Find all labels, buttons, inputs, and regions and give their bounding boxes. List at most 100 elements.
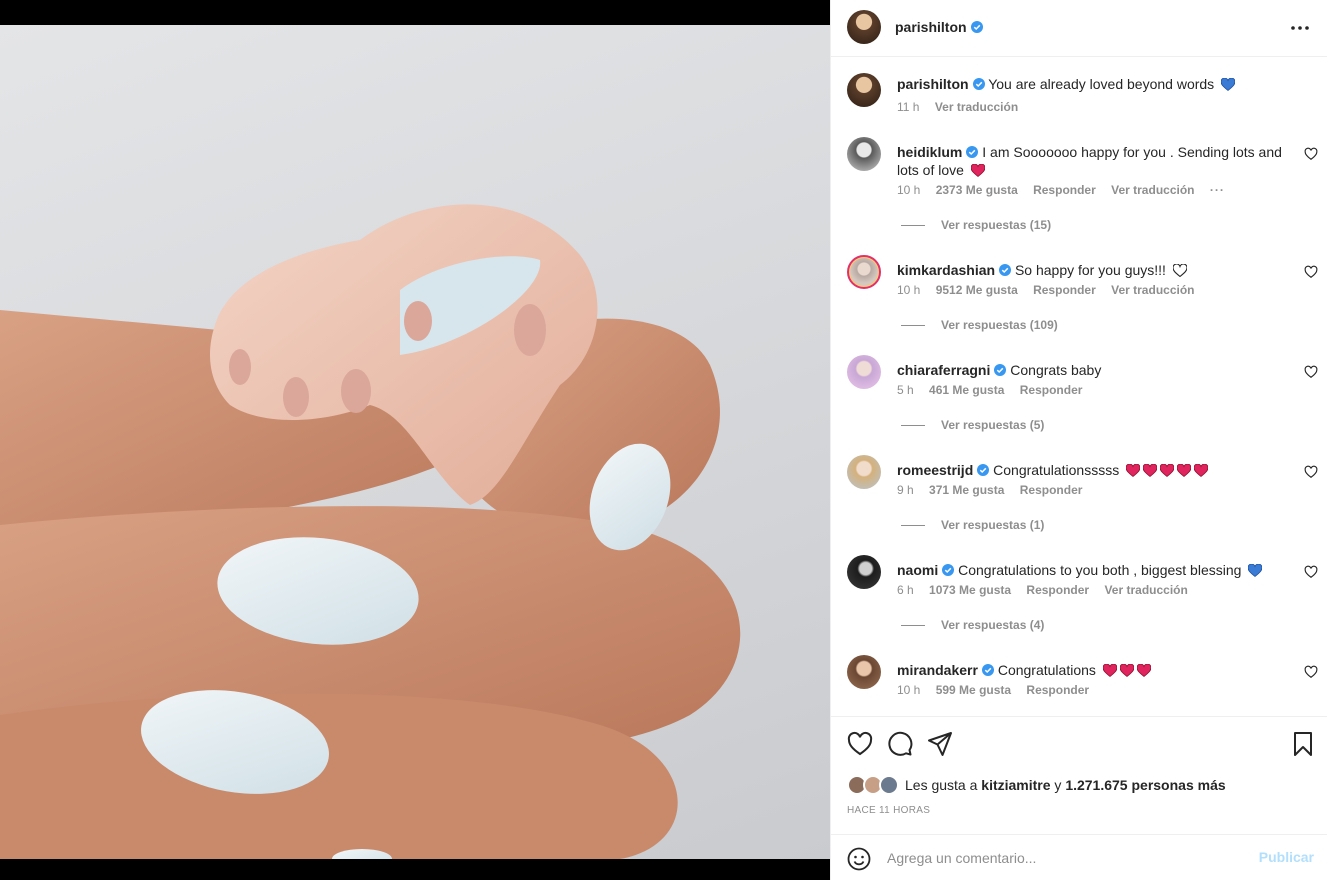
translate-link[interactable]: Ver traducción <box>1111 183 1194 197</box>
red-heart-icon <box>1136 664 1151 677</box>
save-bookmark-icon[interactable] <box>1290 731 1316 757</box>
view-replies-button[interactable]: Ver respuestas (5) <box>901 418 1044 432</box>
comment-time[interactable]: 6 h <box>897 583 914 597</box>
liker-username[interactable]: kitziamitre <box>981 777 1050 793</box>
view-replies-label[interactable]: Ver respuestas (4) <box>941 618 1044 632</box>
reply-button[interactable]: Responder <box>1033 283 1096 297</box>
blue-heart-icon <box>1221 78 1236 91</box>
comment-time[interactable]: 10 h <box>897 283 920 297</box>
comment-meta: 10 h 2373 Me gusta Responder Ver traducc… <box>897 183 1237 197</box>
comment-likes-count[interactable]: 371 Me gusta <box>929 483 1004 497</box>
replies-divider-line <box>901 425 925 427</box>
reply-button[interactable]: Responder <box>1026 683 1089 697</box>
commenter-username[interactable]: mirandakerr <box>897 662 978 678</box>
like-comment-icon[interactable] <box>1304 365 1318 379</box>
comment-more-icon[interactable]: ··· <box>1210 183 1225 197</box>
liker-avatar <box>879 775 899 795</box>
commenter-avatar[interactable] <box>847 655 881 689</box>
comment-meta: 6 h 1073 Me gusta Responder Ver traducci… <box>897 583 1200 597</box>
view-replies-button[interactable]: Ver respuestas (1) <box>901 518 1044 532</box>
commenter-avatar[interactable] <box>847 555 881 589</box>
commenter-avatar[interactable] <box>847 355 881 389</box>
like-comment-icon[interactable] <box>1304 665 1318 679</box>
translate-link[interactable]: Ver traducción <box>1111 283 1194 297</box>
caption-translate-link[interactable]: Ver traducción <box>935 100 1018 114</box>
view-replies-label[interactable]: Ver respuestas (1) <box>941 518 1044 532</box>
caption-text: You are already loved beyond words <box>988 76 1215 92</box>
like-comment-icon[interactable] <box>1304 565 1318 579</box>
replies-divider-line <box>901 625 925 627</box>
view-replies-button[interactable]: Ver respuestas (15) <box>901 218 1051 232</box>
view-replies-label[interactable]: Ver respuestas (109) <box>941 318 1058 332</box>
post-side-panel: parishilton parishilton You are already … <box>830 0 1327 880</box>
replies-divider-line <box>901 225 925 227</box>
view-replies-label[interactable]: Ver respuestas (15) <box>941 218 1051 232</box>
red-heart-icon <box>1160 464 1175 477</box>
comment-time[interactable]: 10 h <box>897 683 920 697</box>
comment-time[interactable]: 10 h <box>897 183 920 197</box>
post-timestamp[interactable]: HACE 11 HORAS <box>847 805 930 816</box>
commenter-username[interactable]: kimkardashian <box>897 262 995 278</box>
reply-button[interactable]: Responder <box>1020 483 1083 497</box>
likes-conjunction: y <box>1054 777 1062 793</box>
view-replies-button[interactable]: Ver respuestas (4) <box>901 618 1044 632</box>
verified-badge-icon <box>970 21 983 33</box>
comment-likes-count[interactable]: 9512 Me gusta <box>936 283 1018 297</box>
comments-list[interactable]: parishilton You are already loved beyond… <box>831 57 1327 716</box>
caption-username[interactable]: parishilton <box>897 76 969 92</box>
replies-divider-line <box>901 525 925 527</box>
caption-meta: 11 h Ver traducción <box>897 100 1030 114</box>
caption-avatar[interactable] <box>847 73 881 107</box>
publish-button[interactable]: Publicar <box>1259 849 1314 865</box>
comment-likes-count[interactable]: 2373 Me gusta <box>936 183 1018 197</box>
likes-summary[interactable]: Les gusta a kitziamitre y 1.271.675 pers… <box>847 775 1226 795</box>
verified-badge-icon <box>942 564 955 576</box>
commenter-username[interactable]: romeestrijd <box>897 462 973 478</box>
more-options-icon[interactable] <box>1286 14 1314 42</box>
reply-button[interactable]: Responder <box>1026 583 1089 597</box>
author-username-text[interactable]: parishilton <box>895 19 967 35</box>
liked-by-avatars <box>847 775 903 795</box>
reply-button[interactable]: Responder <box>1020 383 1083 397</box>
comment-body: heidiklum I am Sooooooo happy for you . … <box>897 143 1289 179</box>
comment-input[interactable] <box>887 846 1247 870</box>
commenter-avatar[interactable] <box>847 137 881 171</box>
caption-time[interactable]: 11 h <box>897 100 919 114</box>
commenter-username[interactable]: naomi <box>897 562 938 578</box>
view-replies-label[interactable]: Ver respuestas (5) <box>941 418 1044 432</box>
view-replies-button[interactable]: Ver respuestas (109) <box>901 318 1058 332</box>
comment-likes-count[interactable]: 1073 Me gusta <box>929 583 1011 597</box>
like-comment-icon[interactable] <box>1304 147 1318 161</box>
like-comment-icon[interactable] <box>1304 265 1318 279</box>
author-username[interactable]: parishilton <box>895 19 983 35</box>
verified-badge-icon <box>972 78 985 90</box>
author-avatar[interactable] <box>847 10 881 44</box>
verified-badge-icon <box>966 146 979 158</box>
comment-time[interactable]: 9 h <box>897 483 914 497</box>
comment-body: chiaraferragni Congrats baby <box>897 361 1289 379</box>
translate-link[interactable]: Ver traducción <box>1104 583 1187 597</box>
commenter-avatar-story-ring[interactable] <box>847 255 881 289</box>
post-actions-bar: Les gusta a kitziamitre y 1.271.675 pers… <box>831 716 1327 834</box>
comment-likes-count[interactable]: 461 Me gusta <box>929 383 1004 397</box>
emoji-smiley-icon[interactable] <box>847 847 871 871</box>
comment-time[interactable]: 5 h <box>897 383 914 397</box>
share-paper-plane-icon[interactable] <box>927 731 953 757</box>
commenter-username[interactable]: chiaraferragni <box>897 362 990 378</box>
commenter-avatar[interactable] <box>847 455 881 489</box>
comment-body: naomi Congratulations to you both , bigg… <box>897 561 1289 579</box>
reply-button[interactable]: Responder <box>1033 183 1096 197</box>
red-heart-icon <box>1126 464 1141 477</box>
like-comment-icon[interactable] <box>1304 465 1318 479</box>
comment-text: Congratulations <box>997 662 1096 678</box>
post-header: parishilton <box>831 0 1327 57</box>
verified-badge-icon <box>981 664 994 676</box>
comment-bubble-icon[interactable] <box>887 731 913 757</box>
commenter-username[interactable]: heidiklum <box>897 144 962 160</box>
comment-text: Congrats baby <box>1010 362 1102 378</box>
likes-count[interactable]: 1.271.675 personas más <box>1065 777 1225 793</box>
post-photo[interactable] <box>0 25 830 859</box>
verified-badge-icon <box>994 364 1007 376</box>
like-heart-icon[interactable] <box>847 731 873 757</box>
comment-likes-count[interactable]: 599 Me gusta <box>936 683 1011 697</box>
